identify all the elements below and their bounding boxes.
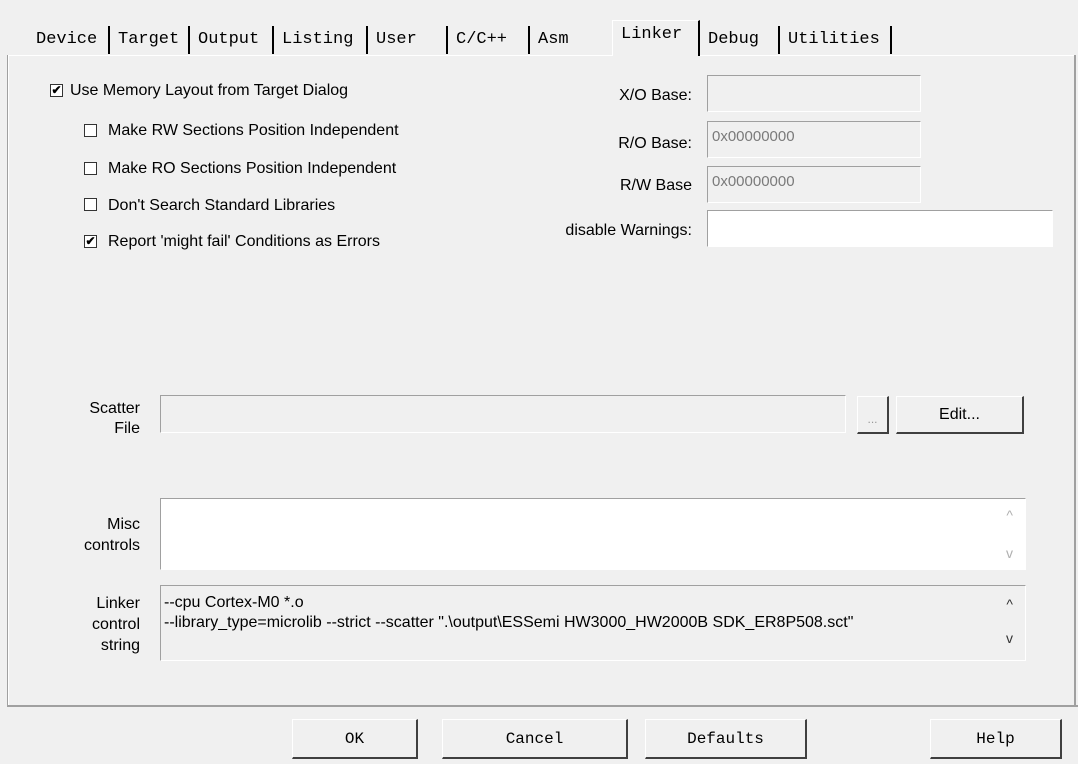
scatter-file-field[interactable] [160,395,846,433]
xo-base-label: X/O Base: [619,87,692,104]
linker-control-string[interactable]: --cpu Cortex-M0 *.o --library_type=micro… [160,585,1026,661]
misc-controls-textarea[interactable]: ^ v [160,498,1026,570]
disable-warnings-label: disable Warnings: [565,222,692,239]
cancel-button[interactable]: Cancel [442,719,628,759]
scroll-down-icon[interactable]: v [1006,630,1013,646]
rw-base-label: R/W Base [619,177,692,194]
scatter-edit-button[interactable]: Edit... [896,396,1024,434]
linker-label-line1: Linker [96,595,140,612]
tab-device[interactable]: Device [28,26,110,54]
scroll-down-icon[interactable]: v [1006,545,1013,561]
ro-independent-checkbox[interactable] [84,162,97,175]
panel-right-edge [1074,55,1076,705]
tab-bar: Device Target Output Listing User C/C++ … [0,20,1078,56]
tab-user[interactable]: User [368,26,448,54]
tab-output[interactable]: Output [190,26,274,54]
rw-independent-checkbox[interactable] [84,124,97,137]
use-memory-layout-label: Use Memory Layout from Target Dialog [70,82,349,99]
linker-label-line3: string [100,637,140,654]
ro-base-field[interactable]: 0x00000000 [707,121,921,158]
ro-base-label: R/O Base: [618,135,692,152]
misc-label-line2: controls [83,537,140,554]
scroll-up-icon[interactable]: ^ [1006,596,1013,612]
rw-independent-label: Make RW Sections Position Independent [108,122,399,139]
xo-base-field[interactable] [707,75,921,112]
disable-warnings-field[interactable] [707,210,1053,247]
linker-control-line2: --library_type=microlib --strict --scatt… [164,614,854,631]
ro-independent-label: Make RO Sections Position Independent [108,160,397,177]
tab-listing[interactable]: Listing [274,26,368,54]
dont-search-libs-label: Don't Search Standard Libraries [108,197,336,214]
tab-target[interactable]: Target [110,26,190,54]
scatter-label-line1: Scatter [89,400,140,417]
divider [8,705,1078,707]
report-might-fail-checkbox[interactable]: ✔ [84,235,97,248]
tab-utilities[interactable]: Utilities [780,26,892,54]
help-button[interactable]: Help [930,719,1062,759]
tab-asm[interactable]: Asm [530,26,612,54]
linker-label-line2: control [91,616,140,633]
misc-label-line1: Misc [107,516,140,533]
scatter-label-line2: File [114,420,140,437]
tab-debug[interactable]: Debug [700,26,780,54]
defaults-button[interactable]: Defaults [645,719,807,759]
rw-base-field[interactable]: 0x00000000 [707,166,921,203]
use-memory-layout-checkbox[interactable]: ✔ [50,84,63,97]
dont-search-libs-checkbox[interactable] [84,198,97,211]
panel-left-edge [7,55,8,707]
tab-linker[interactable]: Linker [612,20,700,56]
scatter-browse-button[interactable]: ... [857,396,889,434]
tab-c-cpp[interactable]: C/C++ [448,26,530,54]
report-might-fail-label: Report 'might fail' Conditions as Errors [108,233,380,250]
linker-control-line1: --cpu Cortex-M0 *.o [164,594,304,611]
ok-button[interactable]: OK [292,719,418,759]
scroll-up-icon[interactable]: ^ [1006,507,1013,523]
